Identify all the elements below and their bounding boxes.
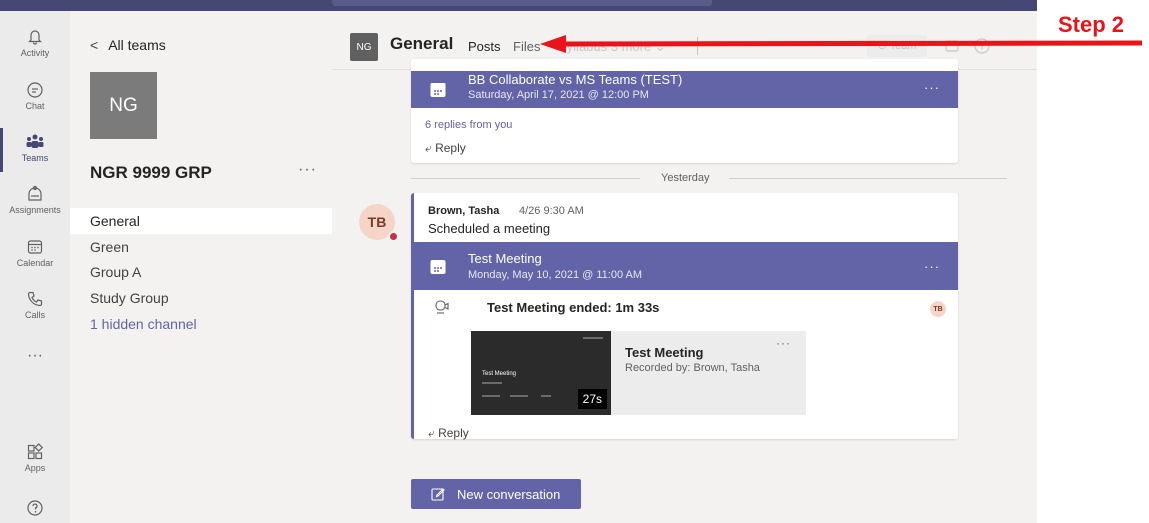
annotation-arrow bbox=[540, 35, 1143, 53]
